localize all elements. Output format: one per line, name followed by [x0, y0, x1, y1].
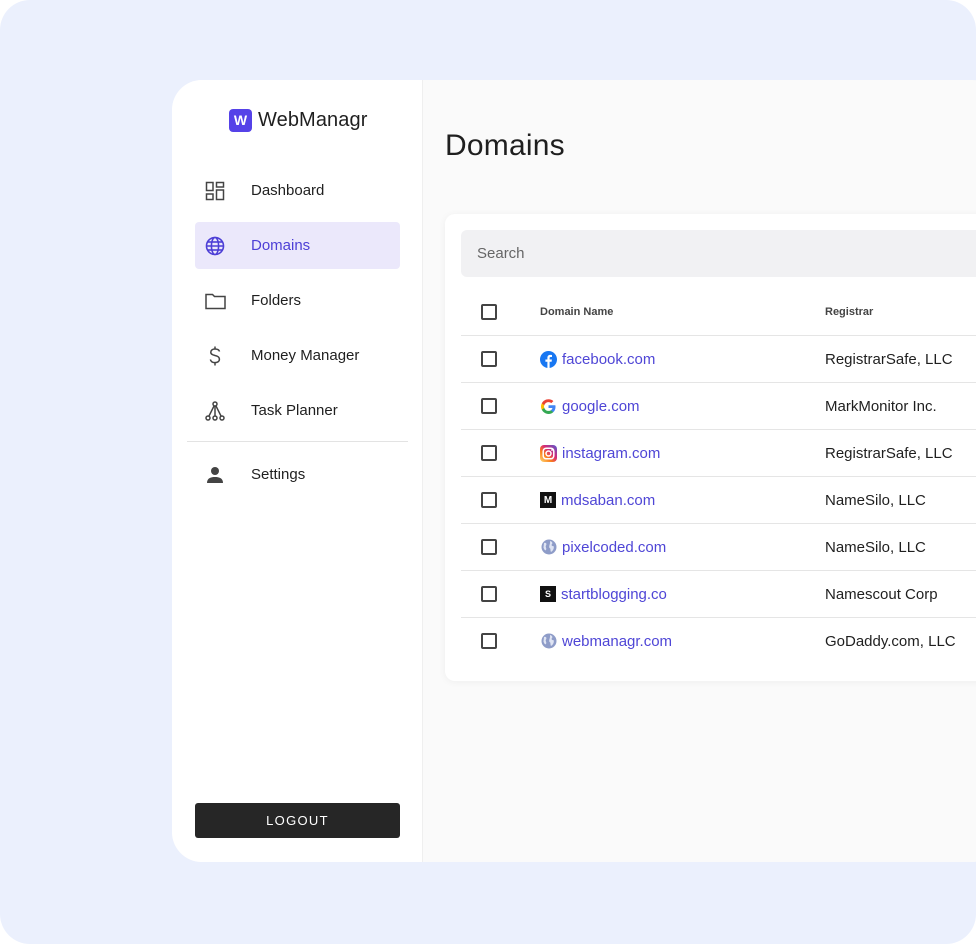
sidebar-item-label: Settings	[251, 466, 306, 483]
row-checkbox[interactable]	[481, 445, 497, 461]
search-input[interactable]	[461, 230, 976, 277]
sidebar-item-domains[interactable]: Domains	[195, 222, 400, 269]
task-tree-icon	[203, 399, 227, 423]
dashboard-icon	[203, 179, 227, 203]
domain-link[interactable]: facebook.com	[562, 351, 655, 368]
sidebar-item-settings[interactable]: Settings	[195, 451, 400, 498]
globe-icon	[540, 539, 557, 556]
domain-cell: M mdsaban.com	[540, 491, 655, 509]
registrar-cell: Namescout Corp	[825, 586, 938, 603]
domain-cell: facebook.com	[540, 350, 655, 368]
sidebar-item-folders[interactable]: Folders	[195, 277, 400, 324]
domains-card: Domain Name Registrar facebook.com Regis…	[445, 214, 976, 681]
table-row: S startblogging.co Namescout Corp	[461, 571, 976, 618]
table-row: pixelcoded.com NameSilo, LLC	[461, 524, 976, 571]
brand-name: WebManagr	[258, 108, 368, 131]
page-title: Domains	[445, 129, 565, 162]
domain-cell: pixelcoded.com	[540, 538, 666, 556]
folder-icon	[203, 289, 227, 313]
registrar-cell: RegistrarSafe, LLC	[825, 351, 953, 368]
table-row: webmanagr.com GoDaddy.com, LLC	[461, 618, 976, 665]
sidebar-item-dashboard[interactable]: Dashboard	[195, 167, 400, 214]
registrar-cell: RegistrarSafe, LLC	[825, 445, 953, 462]
sidebar-item-label: Money Manager	[251, 347, 360, 364]
row-checkbox[interactable]	[481, 492, 497, 508]
background-canvas: W WebManagr Dashboard Domains Folders Mo…	[0, 0, 976, 944]
facebook-icon	[540, 350, 557, 368]
sidebar-item-label: Task Planner	[251, 402, 338, 419]
domain-link[interactable]: mdsaban.com	[561, 492, 655, 509]
google-icon	[540, 398, 557, 415]
dollar-icon	[203, 344, 227, 368]
brand[interactable]: W WebManagr	[229, 107, 367, 133]
row-checkbox[interactable]	[481, 351, 497, 367]
table-row: facebook.com RegistrarSafe, LLC	[461, 336, 976, 383]
domain-link[interactable]: pixelcoded.com	[562, 539, 666, 556]
table-header: Domain Name Registrar	[461, 289, 976, 336]
sidebar-item-task-planner[interactable]: Task Planner	[195, 387, 400, 434]
table-row: M mdsaban.com NameSilo, LLC	[461, 477, 976, 524]
m-logo-icon: M	[540, 492, 556, 508]
domain-cell: webmanagr.com	[540, 632, 672, 650]
registrar-cell: NameSilo, LLC	[825, 492, 926, 509]
select-all-checkbox[interactable]	[481, 304, 497, 320]
brand-logo-icon: W	[229, 108, 252, 132]
app-window: W WebManagr Dashboard Domains Folders Mo…	[172, 80, 976, 862]
logout-button[interactable]: LOGOUT	[195, 803, 400, 838]
sidebar: W WebManagr Dashboard Domains Folders Mo…	[172, 80, 423, 862]
globe-icon	[540, 633, 557, 650]
sidebar-divider	[187, 441, 408, 442]
domain-link[interactable]: instagram.com	[562, 445, 660, 462]
sidebar-item-label: Folders	[251, 292, 302, 309]
registrar-cell: NameSilo, LLC	[825, 539, 926, 556]
sidebar-item-label: Domains	[251, 237, 311, 254]
person-icon	[203, 463, 227, 487]
registrar-cell: GoDaddy.com, LLC	[825, 633, 956, 650]
s-logo-icon: S	[540, 586, 556, 602]
column-header-registrar[interactable]: Registrar	[825, 306, 873, 318]
m-logo-letter: M	[543, 494, 553, 506]
domain-link[interactable]: startblogging.co	[561, 586, 667, 603]
domain-link[interactable]: google.com	[562, 398, 640, 415]
table-row: google.com MarkMonitor Inc.	[461, 383, 976, 430]
table-row: instagram.com RegistrarSafe, LLC	[461, 430, 976, 477]
row-checkbox[interactable]	[481, 633, 497, 649]
globe-icon	[203, 234, 227, 258]
domain-link[interactable]: webmanagr.com	[562, 633, 672, 650]
domain-cell: instagram.com	[540, 444, 660, 462]
row-checkbox[interactable]	[481, 586, 497, 602]
column-header-domain[interactable]: Domain Name	[540, 306, 613, 318]
instagram-icon	[540, 444, 557, 462]
main-content: Domains Domain Name Registrar	[424, 80, 976, 862]
domain-cell: S startblogging.co	[540, 585, 667, 603]
sidebar-item-label: Dashboard	[251, 182, 325, 199]
sidebar-item-money-manager[interactable]: Money Manager	[195, 332, 400, 379]
row-checkbox[interactable]	[481, 398, 497, 414]
s-logo-letter: S	[544, 589, 551, 599]
row-checkbox[interactable]	[481, 539, 497, 555]
registrar-cell: MarkMonitor Inc.	[825, 398, 937, 415]
domain-cell: google.com	[540, 397, 640, 415]
